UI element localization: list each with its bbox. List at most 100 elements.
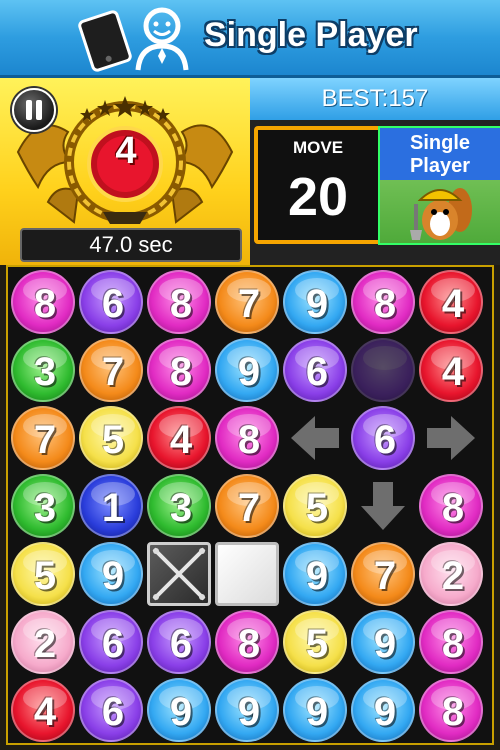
best-score: BEST:157 [250,78,500,120]
gem-tile[interactable]: 6 [351,406,415,470]
gem-tile[interactable]: 9 [351,678,415,742]
gem-tile[interactable]: 4 [147,406,211,470]
gem-tile[interactable]: 9 [283,542,347,606]
gem-tile[interactable]: 1 [79,474,143,538]
gem-tile[interactable]: 5 [283,610,347,674]
gem-number: 5 [33,554,57,598]
gem-tile[interactable]: 9 [215,338,279,402]
gem-tile[interactable]: 8 [419,474,483,538]
arrow-left-icon [285,408,345,473]
gem-number: 3 [169,486,193,530]
gem-number: 8 [237,418,261,462]
game-board[interactable]: 8687984378964754863137585997226685984699… [6,265,494,745]
gem-tile[interactable]: 9 [147,678,211,742]
gem-tile[interactable]: 9 [79,542,143,606]
gem-tile[interactable]: 2 [11,610,75,674]
gem-tile[interactable]: 7 [215,270,279,334]
gem-number: 6 [101,690,125,734]
pause-button[interactable] [12,88,56,132]
gem-tile[interactable]: 9 [215,678,279,742]
info-panel: MOVE 20 Single Player [250,120,500,265]
gem-number: 6 [305,350,329,394]
gem-number: 9 [305,690,329,734]
move-label: MOVE [292,138,344,157]
gem-number: 4 [169,418,193,462]
gem-number: 7 [373,554,397,598]
gem-tile[interactable]: 4 [419,270,483,334]
gem-tile[interactable]: 4 [419,338,483,402]
gem-number: 7 [237,486,261,530]
gem-number: 9 [237,350,261,394]
gem-tile[interactable]: 8 [147,338,211,402]
gem-number: 9 [169,690,193,734]
gem-number: 9 [237,690,261,734]
white-block[interactable] [215,542,279,606]
gem-tile[interactable]: 5 [11,542,75,606]
gem-tile[interactable]: 6 [147,610,211,674]
pause-icon-bar [36,100,42,120]
gem-number: 5 [305,622,329,666]
move-value: 20 [287,167,349,227]
gem-tile[interactable]: 5 [283,474,347,538]
gem-tile[interactable]: 6 [79,270,143,334]
gem-tile[interactable]: 8 [351,270,415,334]
gem-number: 5 [305,486,329,530]
gem-number: 9 [305,282,329,326]
gem-number: 9 [305,554,329,598]
gem-number: 4 [33,690,57,734]
gem-number: 3 [33,350,57,394]
gem-number: 8 [441,486,465,530]
metal-block[interactable] [147,542,211,606]
tablet-icon [76,8,134,74]
gem-tile[interactable]: 5 [79,406,143,470]
gem-tile[interactable]: 4 [11,678,75,742]
gem-tile[interactable]: 6 [79,678,143,742]
gem-tile[interactable]: 9 [351,610,415,674]
gem-number: 8 [237,622,261,666]
gem-number: 7 [101,350,125,394]
page-title: Single Player [204,16,418,54]
gem-tile[interactable]: 9 [283,270,347,334]
gem-tile[interactable]: 3 [147,474,211,538]
player-icon [135,7,189,71]
gem-number: 9 [373,690,397,734]
gem-tile[interactable]: 6 [283,338,347,402]
timer-display: 47.0 sec [20,228,242,262]
gem-tile[interactable]: 8 [419,678,483,742]
gem-number: 8 [169,350,193,394]
gem-tile[interactable]: 2 [419,542,483,606]
mode-label: Single Player [380,128,500,180]
gem-tile[interactable]: 6 [79,610,143,674]
gem-tile[interactable]: 8 [147,270,211,334]
gem-tile[interactable]: 8 [419,610,483,674]
gem-number: 7 [237,282,261,326]
gem-number: 8 [441,622,465,666]
gem-tile[interactable]: 3 [11,474,75,538]
gem-number: 6 [101,622,125,666]
gem-number: 7 [33,418,57,462]
gem-number: 6 [169,622,193,666]
gem-number: 3 [33,486,57,530]
gem-number: 8 [441,690,465,734]
squirrel-mascot-icon [410,188,472,240]
pause-icon [26,100,32,120]
gem-tile[interactable]: 8 [215,406,279,470]
level-panel: 4 47.0 sec [0,78,250,265]
gem-number: 6 [101,282,125,326]
gem-tile[interactable]: 7 [215,474,279,538]
gem-number: 8 [373,282,397,326]
gem-tile[interactable]: 8 [215,610,279,674]
gem-tile[interactable]: 7 [11,406,75,470]
gem-number: 2 [33,622,57,666]
move-counter: MOVE 20 [254,126,382,244]
gem-tile[interactable]: 8 [11,270,75,334]
gem-tile[interactable]: 7 [79,338,143,402]
gem-number: 9 [101,554,125,598]
gem-tile[interactable]: 7 [351,542,415,606]
gem-number: 6 [373,418,397,462]
ghost-gem [351,338,415,402]
gem-number: 4 [441,350,465,394]
gem-tile[interactable]: 9 [283,678,347,742]
arrow-down-icon [353,476,413,541]
gem-tile[interactable]: 3 [11,338,75,402]
